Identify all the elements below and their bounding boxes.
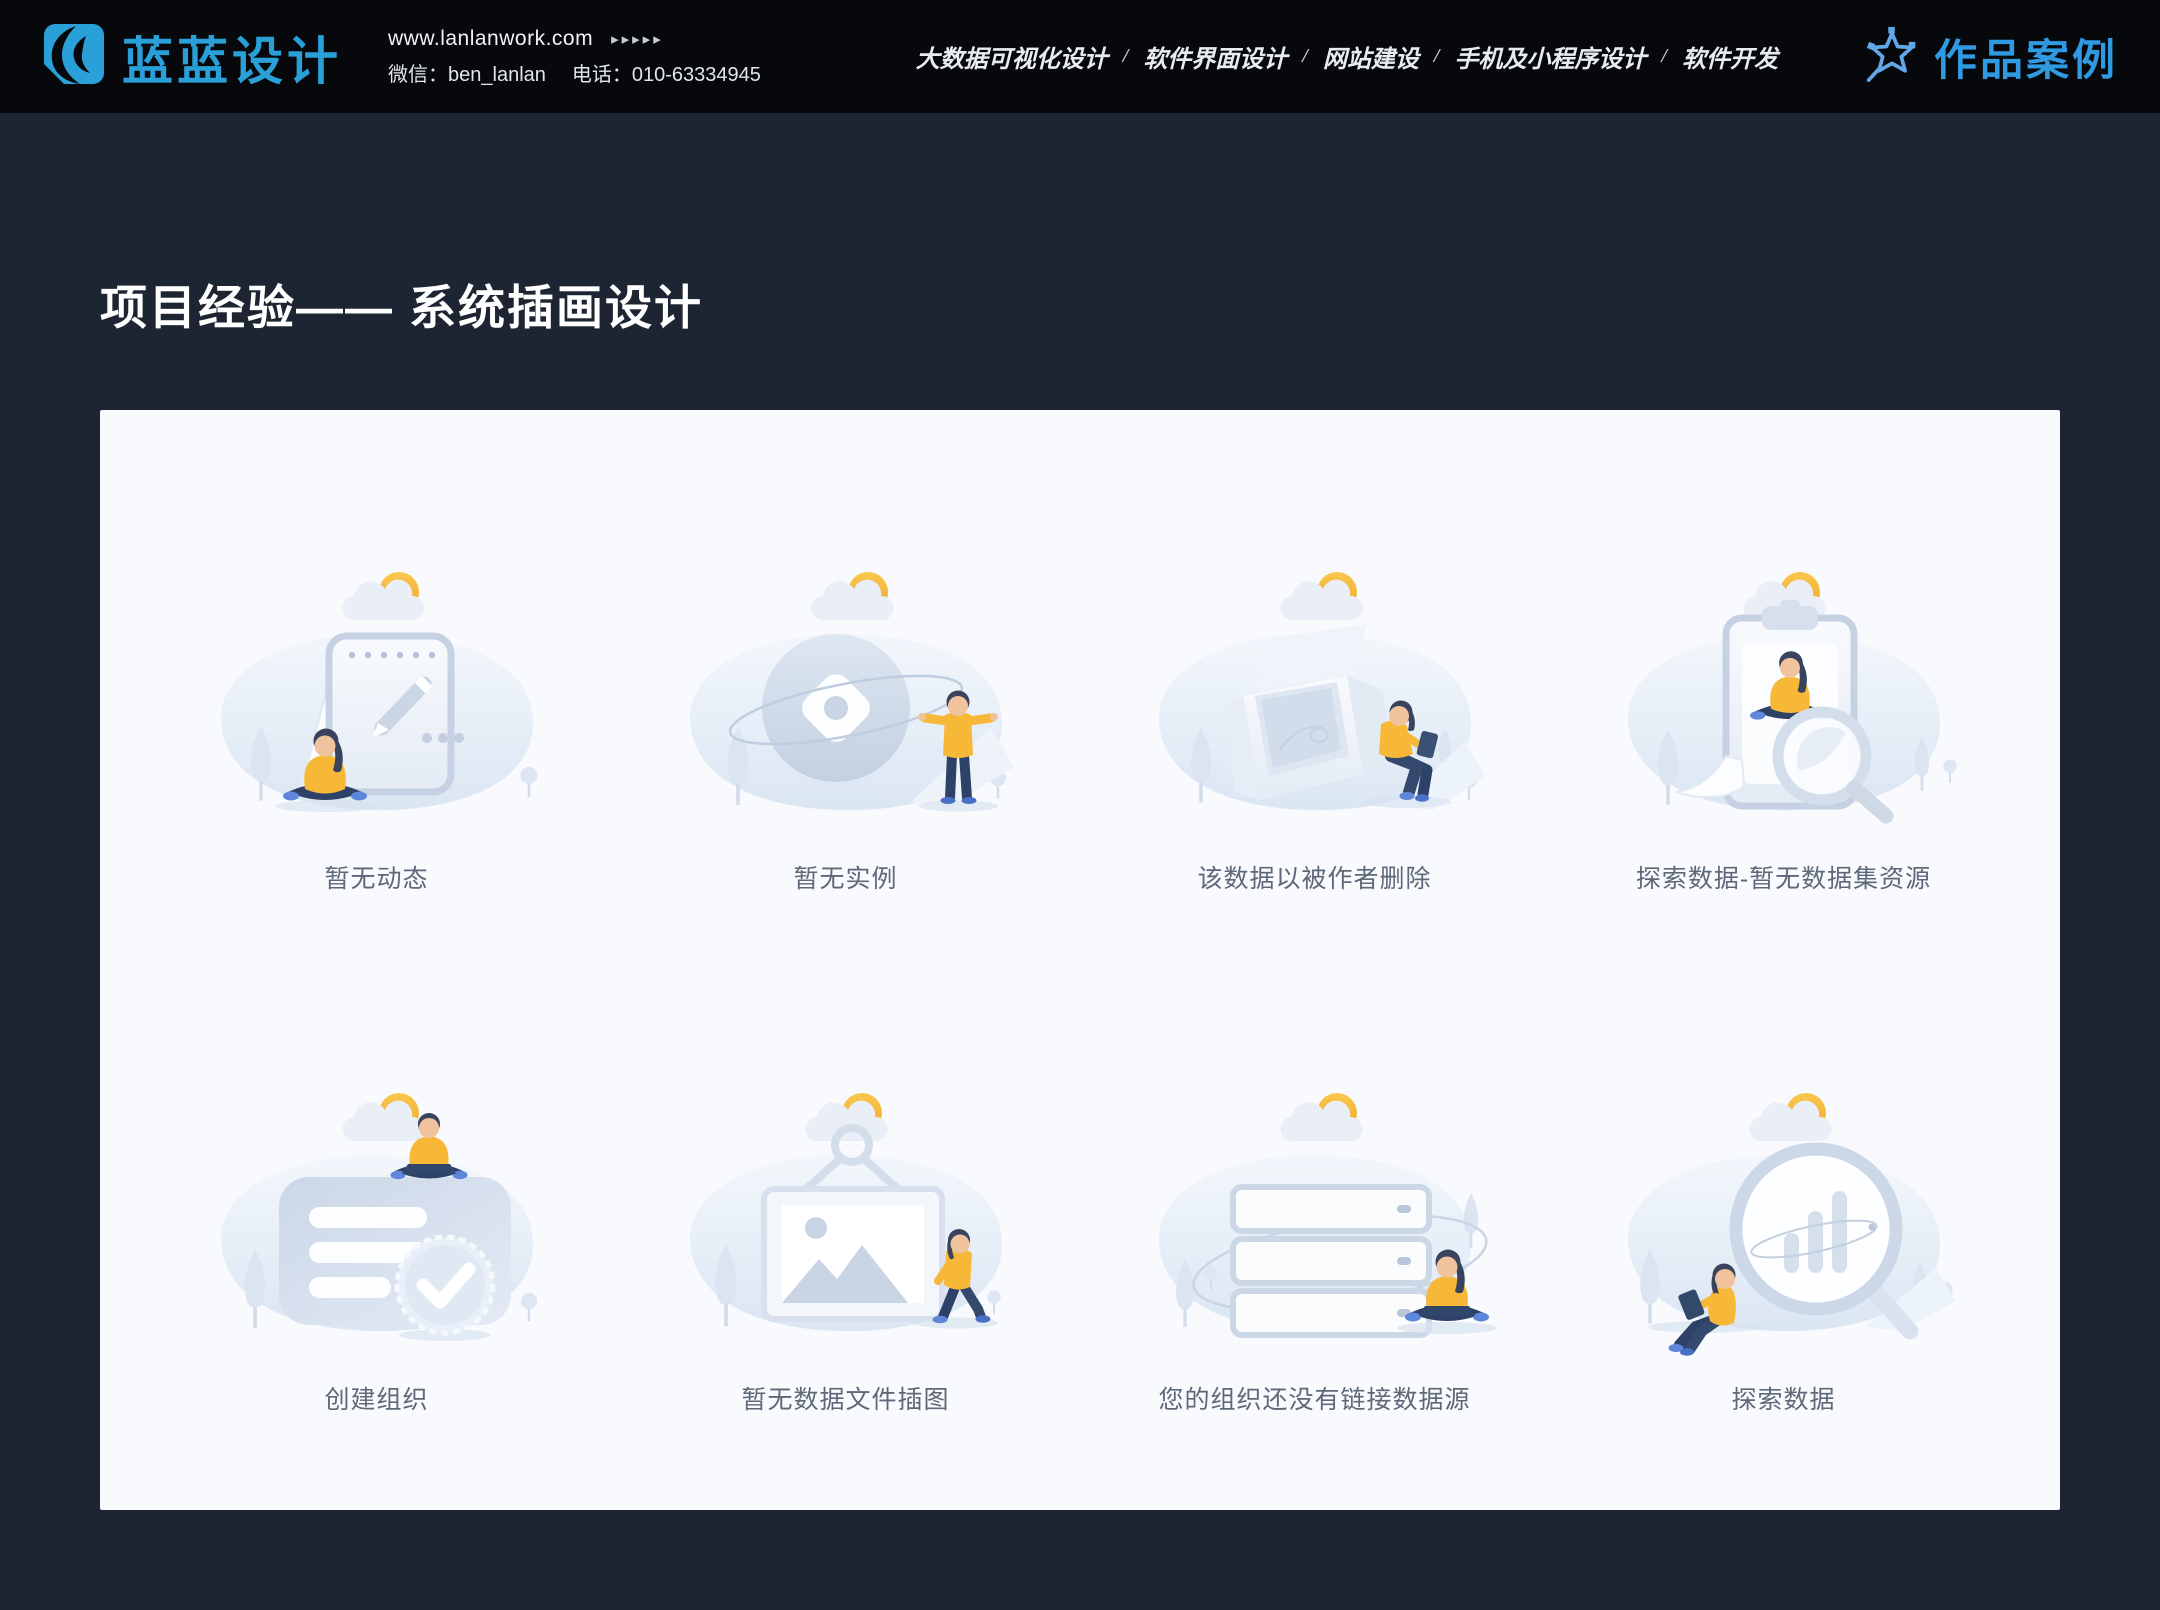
illustration-showcase-card: 暂无动态 暂无实例	[100, 410, 2060, 1510]
nav-item-mobile[interactable]: 手机及小程序设计	[1454, 39, 1646, 74]
wechat-contact: 微信：ben_lanlan	[388, 58, 546, 87]
explore-no-dataset-illustration	[1584, 560, 1984, 835]
showcase-item: 探索数据-暂无数据集资源	[1549, 560, 2018, 989]
top-bar: 蓝蓝设计 www.lanlanwork.com ▸▸▸▸▸ 微信：ben_lan…	[0, 0, 2160, 113]
showcase-item: 该数据以被作者删除	[1080, 560, 1549, 989]
no-instances-illustration	[646, 560, 1046, 835]
logo-icon	[42, 22, 106, 91]
page-title: 项目经验—— 系统插画设计	[100, 269, 703, 338]
phone-contact: 电话：010-63334945	[572, 58, 761, 87]
nav-item-ui[interactable]: 软件界面设计	[1143, 39, 1287, 74]
nav-separator: /	[1434, 45, 1440, 68]
showcase-item: 暂无实例	[611, 560, 1080, 989]
main-nav: 大数据可视化设计 / 软件界面设计 / 网站建设 / 手机及小程序设计 / 软件…	[916, 39, 1778, 74]
showcase-item: 您的组织还没有链接数据源	[1080, 1081, 1549, 1510]
no-linked-datasource-illustration	[1115, 1081, 1515, 1356]
showcase-label: 探索数据-暂无数据集资源	[1636, 859, 1931, 895]
nav-separator: /	[1661, 45, 1667, 68]
arrow-icons: ▸▸▸▸▸	[611, 30, 664, 48]
showcase-label: 暂无实例	[793, 859, 897, 895]
nav-item-web[interactable]: 网站建设	[1323, 39, 1419, 74]
showcase-item: 暂无数据文件插图	[611, 1081, 1080, 1510]
portfolio-link[interactable]: 作品案例	[1864, 26, 2118, 88]
showcase-label: 您的组织还没有链接数据源	[1158, 1380, 1470, 1416]
no-data-file-illustration	[646, 1081, 1046, 1356]
nav-separator: /	[1302, 45, 1308, 68]
contact-info: www.lanlanwork.com ▸▸▸▸▸ 微信：ben_lanlan 电…	[388, 27, 761, 87]
nav-item-dev[interactable]: 软件开发	[1682, 39, 1778, 74]
showcase-label: 探索数据	[1731, 1380, 1835, 1416]
deleted-data-illustration	[1115, 560, 1515, 835]
logo[interactable]: 蓝蓝设计	[42, 20, 342, 94]
showcase-label: 创建组织	[324, 1380, 428, 1416]
nav-separator: /	[1123, 45, 1129, 68]
showcase-label: 该数据以被作者删除	[1197, 859, 1431, 895]
showcase-item: 暂无动态	[142, 560, 611, 989]
nav-item-bigdata[interactable]: 大数据可视化设计	[916, 39, 1108, 74]
create-organization-illustration	[177, 1081, 577, 1356]
star-pen-icon	[1864, 26, 1920, 87]
logo-text: 蓝蓝设计	[122, 20, 342, 94]
portfolio-label: 作品案例	[1934, 26, 2118, 88]
showcase-label: 暂无动态	[324, 859, 428, 895]
explore-data-illustration	[1584, 1081, 1984, 1356]
showcase-label: 暂无数据文件插图	[741, 1380, 949, 1416]
no-updates-illustration	[177, 560, 577, 835]
showcase-item: 探索数据	[1549, 1081, 2018, 1510]
website-url[interactable]: www.lanlanwork.com	[388, 27, 593, 51]
showcase-item: 创建组织	[142, 1081, 611, 1510]
